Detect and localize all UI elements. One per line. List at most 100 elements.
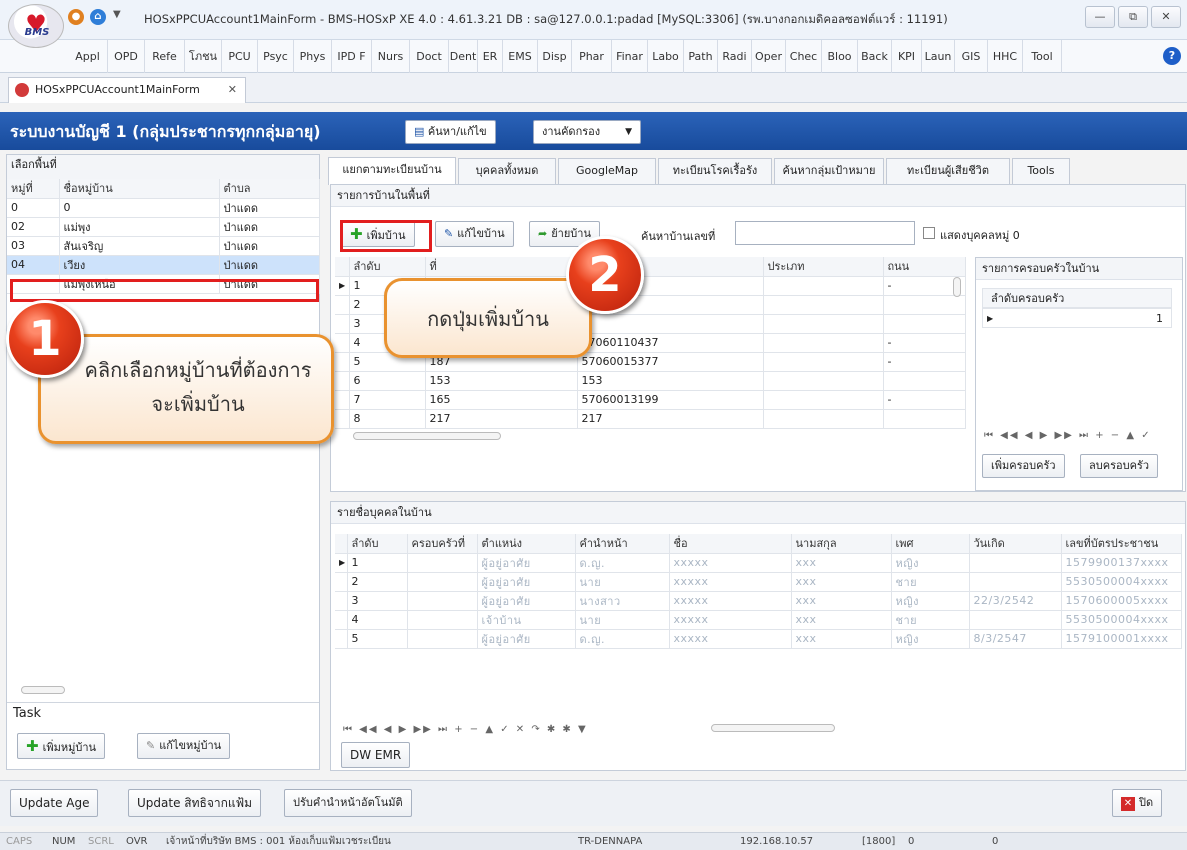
save-icon[interactable]: ● bbox=[68, 9, 84, 25]
ribbon-tab[interactable]: OPD bbox=[108, 40, 145, 73]
village-highlight-box bbox=[10, 279, 319, 302]
ribbon-tab[interactable]: Phar bbox=[572, 40, 612, 73]
family-navigator[interactable]: ⏮ ◀◀ ◀ ▶ ▶▶ ⏭ + − ▲ ✓ bbox=[984, 430, 1152, 441]
ribbon-tab[interactable]: KPI bbox=[892, 40, 922, 73]
column-header-family-no[interactable]: ลำดับครอบครัว bbox=[982, 288, 1172, 308]
family-row[interactable]: ▶ 1 bbox=[982, 308, 1172, 328]
main-tab[interactable]: ทะเบียนผู้เสียชีวิต bbox=[886, 158, 1010, 184]
ribbon-tab[interactable]: HHC bbox=[988, 40, 1023, 73]
column-header-village-name[interactable]: ชื่อหมู่บ้าน bbox=[59, 179, 220, 199]
column-header-type[interactable]: ประเภท bbox=[763, 257, 884, 277]
main-tab[interactable]: แยกตามทะเบียนบ้าน bbox=[328, 157, 456, 185]
update-rights-button[interactable]: Update สิทธิจากแฟ้ม bbox=[128, 789, 262, 817]
family-no: 1 bbox=[1156, 312, 1163, 325]
ribbon-tab[interactable]: Laun bbox=[922, 40, 955, 73]
ribbon-tab[interactable]: Finar bbox=[612, 40, 648, 73]
ribbon-tab[interactable]: Psyc bbox=[258, 40, 294, 73]
home-icon[interactable]: ⌂ bbox=[90, 9, 106, 25]
ribbon-tab[interactable]: Back bbox=[858, 40, 892, 73]
delete-family-button[interactable]: ลบครอบครัว bbox=[1080, 454, 1159, 478]
person-row[interactable]: ▶ 1 ผู้อยู่อาศัย ด.ญ. xxxxx xxx หญิง 1579900137… bbox=[335, 553, 1182, 573]
update-age-button[interactable]: Update Age bbox=[10, 789, 99, 817]
ribbon-tab[interactable]: Tool bbox=[1023, 40, 1062, 73]
ribbon-tab[interactable]: Path bbox=[684, 40, 718, 73]
person-column-header[interactable]: นามสกุล bbox=[791, 534, 892, 554]
ribbon-tab[interactable]: Chec bbox=[786, 40, 822, 73]
house-row[interactable]: 7 165 57060013199 - bbox=[335, 390, 966, 410]
screening-dropdown[interactable]: งานคัดกรอง ▼ bbox=[533, 120, 641, 144]
ribbon-tab[interactable]: โภชน bbox=[185, 40, 222, 73]
person-column-header[interactable]: คำนำหน้า bbox=[575, 534, 670, 554]
village-row[interactable]: 03 สันเจริญ ป่าแดด bbox=[7, 236, 320, 256]
person-column-header[interactable]: เพศ bbox=[891, 534, 970, 554]
house-row[interactable]: 6 153 153 bbox=[335, 371, 966, 391]
person-cell-cid: 5530500004xxxx bbox=[1061, 610, 1182, 630]
column-header-moo[interactable]: หมู่ที่ bbox=[7, 179, 60, 199]
edit-village-button[interactable]: ✎ แก้ไขหมู่บ้าน bbox=[137, 733, 231, 759]
add-family-button[interactable]: เพิ่มครอบครัว bbox=[982, 454, 1065, 478]
person-hscroll[interactable] bbox=[701, 723, 1181, 733]
ribbon-tab[interactable]: Bloo bbox=[822, 40, 858, 73]
ribbon-tab[interactable]: Nurs bbox=[372, 40, 410, 73]
person-row[interactable]: 3 ผู้อยู่อาศัย นางสาว xxxxx xxx หญิง 22/3/2542… bbox=[335, 591, 1182, 611]
person-column-header[interactable]: วันเกิด bbox=[969, 534, 1062, 554]
ribbon-tab[interactable]: Disp bbox=[538, 40, 572, 73]
village-row[interactable]: 02 แม่พุง ป่าแดด bbox=[7, 217, 320, 237]
ribbon-tab[interactable]: Labo bbox=[648, 40, 684, 73]
column-header-no[interactable]: ลำดับ bbox=[349, 257, 426, 277]
ribbon-tab[interactable]: Phys bbox=[294, 40, 332, 73]
close-window-button[interactable]: ✕ bbox=[1151, 6, 1181, 28]
close-form-button[interactable]: ✕ ปิด bbox=[1112, 789, 1163, 817]
person-grid: ลำดับ ครอบครัวที่ ตำแหน่ง คำนำหน้า ชื่อ นามสก… bbox=[335, 534, 1182, 686]
task-label: Task bbox=[7, 702, 319, 724]
house-row[interactable]: 8 217 217 bbox=[335, 409, 966, 429]
person-column-header[interactable]: ลำดับ bbox=[347, 534, 408, 554]
person-column-header[interactable]: ครอบครัวที่ bbox=[407, 534, 478, 554]
quick-access-dropdown-icon[interactable]: ▼ bbox=[113, 9, 121, 20]
ribbon-tab[interactable]: Dent bbox=[449, 40, 478, 73]
help-icon[interactable]: ? bbox=[1163, 47, 1181, 65]
main-tab[interactable]: ค้นหากลุ่มเป้าหมาย bbox=[774, 158, 884, 184]
dw-emr-button[interactable]: DW EMR bbox=[341, 742, 411, 768]
ribbon-tab[interactable]: Appl bbox=[68, 40, 108, 73]
ribbon-tab[interactable]: Radi bbox=[718, 40, 752, 73]
ribbon-tab[interactable]: Refe bbox=[145, 40, 185, 73]
ribbon-tab[interactable]: GIS bbox=[955, 40, 988, 73]
house-search-input[interactable] bbox=[735, 221, 915, 245]
ribbon-tab[interactable]: Oper bbox=[752, 40, 786, 73]
person-column-header[interactable]: เลขที่บัตรประชาชน bbox=[1061, 534, 1182, 554]
ribbon-tab[interactable]: PCU bbox=[222, 40, 258, 73]
add-village-button[interactable]: ✚ เพิ่มหมู่บ้าน bbox=[17, 733, 106, 759]
show-moo0-checkbox[interactable] bbox=[923, 227, 935, 239]
main-tab[interactable]: Tools bbox=[1012, 158, 1070, 184]
horizontal-scrollbar[interactable] bbox=[11, 685, 311, 695]
ribbon-tab[interactable]: IPD F bbox=[332, 40, 372, 73]
person-row[interactable]: 5 ผู้อยู่อาศัย ด.ญ. xxxxx xxx หญิง 8/3/2547 157… bbox=[335, 629, 1182, 649]
close-tab-icon[interactable]: ✕ bbox=[228, 78, 237, 102]
main-tab[interactable]: บุคคลทั้งหมด bbox=[458, 158, 556, 184]
column-header-address[interactable]: ที่ bbox=[425, 257, 578, 277]
ribbon-tab[interactable]: EMS bbox=[503, 40, 538, 73]
main-tab[interactable]: GoogleMap bbox=[558, 158, 656, 184]
person-row[interactable]: 2 ผู้อยู่อาศัย นาย xxxxx xxx ชาย 5530500004xxx… bbox=[335, 572, 1182, 592]
person-navigator[interactable]: ⏮ ◀◀ ◀ ▶ ▶▶ ⏭ + − ▲ ✓ ✕ ↷ ✱ ✱ ▼ bbox=[343, 724, 588, 735]
minimize-button[interactable]: — bbox=[1085, 6, 1115, 28]
person-column-header[interactable]: ตำแหน่ง bbox=[477, 534, 576, 554]
ribbon-tab[interactable]: ER bbox=[478, 40, 503, 73]
search-edit-button[interactable]: ▤ ค้นหา/แก้ไข bbox=[405, 120, 496, 144]
empty-row bbox=[7, 502, 319, 521]
ribbon-tab[interactable]: Doct bbox=[410, 40, 449, 73]
restore-button[interactable]: ⧉ bbox=[1118, 6, 1148, 28]
column-header-tambon[interactable]: ตำบล bbox=[219, 179, 320, 199]
house-hscroll[interactable] bbox=[343, 431, 947, 441]
person-row[interactable]: 4 เจ้าบ้าน นาย xxxxx xxx ชาย 5530500004xxxx bbox=[335, 610, 1182, 630]
village-row[interactable]: 0 0 ป่าแดด bbox=[7, 198, 320, 218]
village-row[interactable]: 04 เวียง ป่าแดด bbox=[7, 255, 320, 275]
edit-house-button[interactable]: ✎ แก้ไขบ้าน bbox=[435, 221, 514, 247]
person-column-header[interactable]: ชื่อ bbox=[669, 534, 792, 554]
adjust-prefix-button[interactable]: ปรับคำนำหน้าอัตโนมัติ bbox=[284, 789, 412, 817]
vertical-scrollbar[interactable] bbox=[953, 277, 961, 297]
main-tab[interactable]: ทะเบียนโรคเรื้อรัง bbox=[658, 158, 772, 184]
column-header-road[interactable]: ถนน bbox=[883, 257, 966, 277]
document-tab[interactable]: HOSxPPCUAccount1MainForm ✕ bbox=[8, 77, 246, 103]
